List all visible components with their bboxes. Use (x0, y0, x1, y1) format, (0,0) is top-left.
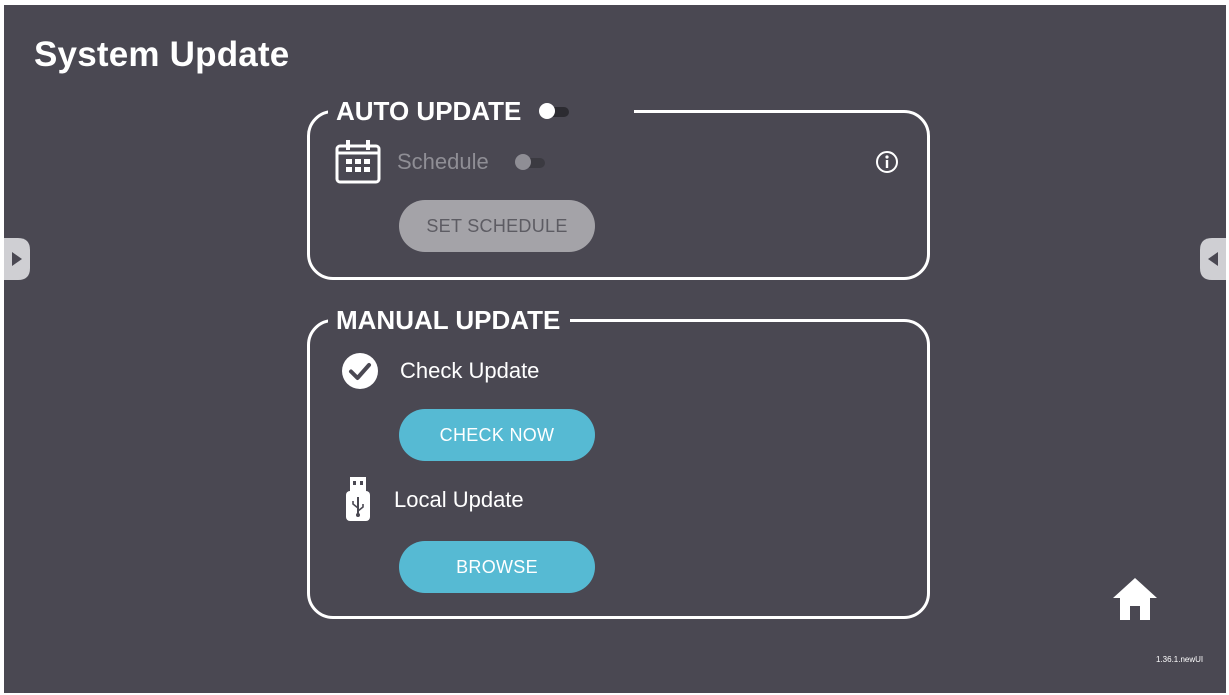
auto-update-header: AUTO UPDATE (328, 91, 634, 131)
manual-update-title: MANUAL UPDATE (336, 304, 561, 335)
system-update-screen: System Update AUTO UPDATE Schedule SET S… (4, 5, 1226, 693)
set-schedule-button[interactable]: SET SCHEDULE (399, 200, 595, 252)
toggle-knob (514, 154, 531, 170)
usb-drive-icon (346, 477, 370, 521)
check-update-label: Check Update (400, 358, 540, 383)
schedule-row: Schedule (335, 140, 547, 184)
auto-update-toggle[interactable] (539, 103, 571, 119)
auto-update-title: AUTO UPDATE (336, 95, 522, 126)
local-update-row: Local Update (344, 477, 524, 523)
version-label: 1.36.1.newUI (1156, 655, 1204, 664)
left-side-tab-icon[interactable] (4, 238, 30, 280)
schedule-label: Schedule (397, 149, 489, 174)
page-title: System Update (34, 35, 290, 74)
local-update-label: Local Update (394, 487, 524, 512)
manual-update-panel: MANUAL UPDATE Check Update CHECK NOW Loc… (307, 300, 930, 619)
info-icon[interactable] (875, 150, 899, 174)
right-side-tab-icon[interactable] (1200, 238, 1226, 280)
check-now-button[interactable]: CHECK NOW (399, 409, 595, 461)
check-circle-icon (342, 353, 378, 389)
check-update-row: Check Update (341, 352, 539, 390)
browse-button[interactable]: BROWSE (399, 541, 595, 593)
manual-update-header: MANUAL UPDATE (328, 300, 571, 340)
home-icon[interactable] (1112, 576, 1158, 622)
schedule-toggle[interactable] (514, 154, 547, 170)
auto-update-panel: AUTO UPDATE Schedule SET SCHEDULE (307, 91, 930, 280)
calendar-icon (335, 140, 381, 184)
